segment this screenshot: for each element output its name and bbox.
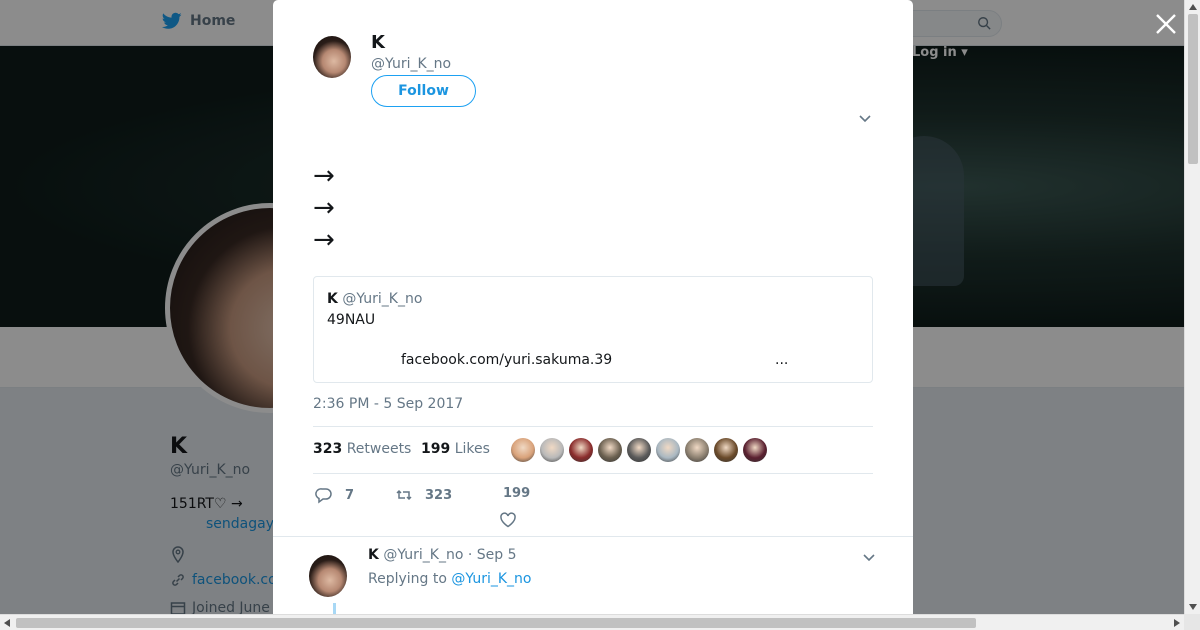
scroll-down-arrow[interactable] (1189, 604, 1197, 610)
tweet-actions: 7 323 199 (313, 482, 873, 534)
liker-avatars (511, 438, 767, 462)
liker-avatar[interactable] (569, 438, 593, 462)
heart-icon[interactable] (499, 511, 517, 529)
like-count: 199 (503, 486, 531, 501)
retweets-label: Retweets (346, 441, 412, 457)
liker-avatar[interactable] (627, 438, 651, 462)
tweet-stats: 323 Retweets 199 Likes (313, 426, 873, 474)
reply-handle-date: @Yuri_K_no · Sep 5 (383, 547, 517, 563)
tweet-timestamp[interactable]: 2:36 PM - 5 Sep 2017 (313, 396, 463, 412)
vertical-scroll-thumb[interactable] (1188, 14, 1198, 164)
replying-to: Replying to @Yuri_K_no (368, 571, 531, 587)
reply-icon (315, 488, 332, 504)
replying-to-prefix: Replying to (368, 571, 447, 587)
quote-author-handle: @Yuri_K_no (342, 291, 423, 307)
author-avatar[interactable] (313, 36, 351, 78)
author-handle[interactable]: @Yuri_K_no (371, 56, 451, 72)
retweet-icon (396, 489, 412, 501)
close-icon[interactable] (1154, 12, 1178, 36)
quoted-tweet[interactable]: K @Yuri_K_no 49NAU facebook.com/yuri.sak… (313, 276, 873, 383)
reply-tweet[interactable]: K @Yuri_K_no · Sep 5 Replying to @Yuri_K… (273, 536, 913, 614)
liker-avatar[interactable] (540, 438, 564, 462)
liker-avatar[interactable] (656, 438, 680, 462)
replying-to-link[interactable]: @Yuri_K_no (451, 571, 531, 587)
likes-stat[interactable]: 199 Likes (421, 441, 490, 457)
retweets-stat[interactable]: 323 Retweets (313, 441, 411, 457)
likes-count: 199 (421, 441, 451, 457)
quote-link[interactable]: facebook.com/yuri.sakuma.39 (401, 352, 612, 368)
retweet-action[interactable]: 323 (395, 486, 452, 504)
retweets-count: 323 (313, 441, 343, 457)
chevron-down-icon[interactable] (857, 110, 873, 126)
likes-label: Likes (454, 441, 490, 457)
retweet-count: 323 (425, 487, 453, 503)
quote-text: 49NAU (327, 312, 376, 328)
chevron-down-icon[interactable] (861, 549, 877, 565)
thread-line (333, 603, 336, 614)
reply-count: 7 (345, 487, 355, 503)
horizontal-scroll-thumb[interactable] (16, 618, 976, 628)
author-name[interactable]: K (371, 32, 385, 53)
reply-header: K @Yuri_K_no · Sep 5 (368, 547, 517, 563)
follow-button[interactable]: Follow (371, 75, 476, 107)
reply-action[interactable]: 7 (315, 486, 354, 504)
reply-avatar[interactable] (309, 555, 347, 597)
horizontal-scrollbar[interactable] (0, 614, 1184, 630)
quote-header: K @Yuri_K_no (327, 291, 422, 307)
liker-avatar[interactable] (511, 438, 535, 462)
tweet-text: → → → (313, 161, 335, 255)
liker-avatar[interactable] (598, 438, 622, 462)
scrollbar-corner (1184, 614, 1200, 630)
liker-avatar[interactable] (714, 438, 738, 462)
scroll-left-arrow[interactable] (4, 619, 10, 627)
scroll-right-arrow[interactable] (1174, 619, 1180, 627)
quote-ellipsis: ... (775, 352, 789, 368)
scroll-up-arrow[interactable] (1189, 4, 1197, 10)
reply-author-name[interactable]: K (368, 547, 379, 563)
vertical-scrollbar[interactable] (1184, 0, 1200, 614)
liker-avatar[interactable] (743, 438, 767, 462)
tweet-modal: K @Yuri_K_no Follow → → → K @Yuri_K_no 4… (273, 0, 913, 614)
quote-author-name: K (327, 291, 338, 307)
liker-avatar[interactable] (685, 438, 709, 462)
like-action[interactable]: 199 (503, 486, 530, 501)
